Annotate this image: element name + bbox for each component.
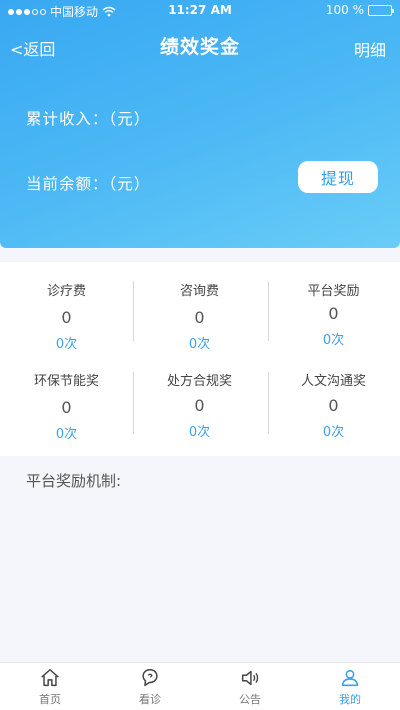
section-gap (0, 248, 400, 262)
tab-home[interactable]: 首页 (0, 663, 100, 710)
battery-percent: 100 % (325, 3, 364, 17)
page-title: 绩效奖金 (159, 36, 240, 58)
tab-label: 我的 (339, 692, 361, 706)
withdraw-button[interactable]: 提现 (298, 161, 378, 193)
tab-announcement[interactable]: 公告 (200, 663, 300, 710)
column-divider (133, 281, 134, 341)
profile-icon (341, 669, 359, 686)
stat-count: 0次 (322, 425, 345, 440)
stat-count: 0次 (55, 337, 78, 352)
nav-bar: <返回 绩效奖金 明细 (0, 28, 400, 64)
stat-item: 人文沟通奖 0 0次 (267, 370, 400, 440)
stat-value: 0 (328, 396, 339, 415)
column-divider (133, 372, 134, 434)
detail-button[interactable]: 明细 (354, 37, 386, 61)
stat-label: 处方合规奖 (166, 374, 232, 389)
consult-icon (142, 668, 158, 686)
stat-value: 0 (194, 308, 205, 327)
announcement-icon (241, 670, 259, 685)
stat-count: 0次 (188, 425, 211, 440)
tab-label: 公告 (239, 692, 261, 706)
battery-icon (368, 4, 394, 16)
stat-item: 诊疗费 0 0次 (0, 280, 133, 352)
stat-count: 0次 (322, 333, 345, 348)
tab-bar: 首页 看诊 公告 我的 (0, 662, 400, 710)
stat-label: 环保节能奖 (33, 374, 99, 389)
stat-item: 平台奖励 0 0次 (267, 280, 400, 348)
home-icon (41, 668, 59, 686)
column-divider (268, 372, 269, 434)
stat-label: 平台奖励 (307, 284, 360, 299)
tab-label: 看诊 (139, 692, 161, 706)
stat-count: 0次 (188, 337, 211, 352)
total-income-label: 累计收入：（元） (26, 110, 151, 128)
stat-value: 0 (328, 304, 339, 323)
stat-item: 咨询费 0 0次 (133, 280, 266, 352)
stat-label: 咨询费 (179, 284, 219, 299)
tab-consult[interactable]: 看诊 (100, 663, 200, 710)
stat-value: 0 (61, 308, 72, 327)
stat-item: 处方合规奖 0 0次 (133, 370, 266, 440)
column-divider (268, 281, 269, 341)
stat-count: 0次 (55, 427, 78, 442)
mechanism-title: 平台奖励机制: (26, 472, 122, 490)
stat-label: 人文沟通奖 (300, 374, 366, 389)
status-bar: 中国移动 11:27 AM 100 % (0, 0, 400, 20)
tab-profile[interactable]: 我的 (300, 663, 400, 710)
stat-value: 0 (194, 396, 205, 415)
battery-group: 100 % (325, 3, 394, 17)
stat-label: 诊疗费 (46, 284, 86, 299)
balance-label: 当前余额：（元） (26, 175, 151, 193)
stat-item: 环保节能奖 0 0次 (0, 370, 133, 442)
tab-label: 首页 (39, 692, 61, 706)
stat-value: 0 (61, 398, 72, 417)
